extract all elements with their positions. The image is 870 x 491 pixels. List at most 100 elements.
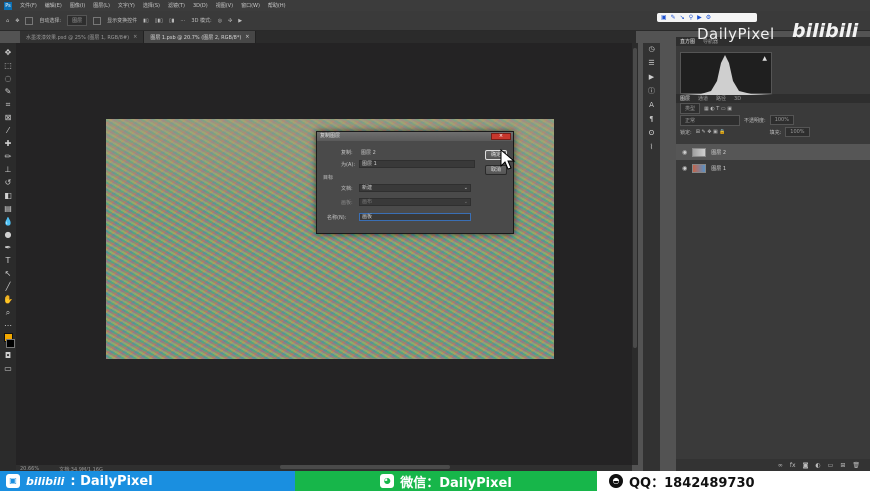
- menu-edit[interactable]: 编辑(E): [45, 2, 62, 9]
- pin-icon[interactable]: ⚲: [689, 14, 693, 21]
- adjustment-icon[interactable]: ◐: [815, 462, 820, 469]
- hand-tool-icon[interactable]: ✋: [3, 294, 14, 305]
- close-icon[interactable]: ×: [491, 133, 511, 140]
- tab-layers[interactable]: 图层: [680, 95, 690, 102]
- align-center-icon[interactable]: ▯▮▯: [155, 18, 163, 24]
- menu-window[interactable]: 窗口(W): [241, 2, 260, 9]
- eraser-tool-icon[interactable]: ◧: [3, 190, 14, 201]
- zoom-tool-icon[interactable]: ⌕: [3, 307, 14, 318]
- line-icon[interactable]: ↘: [680, 14, 685, 21]
- healing-tool-icon[interactable]: ✚: [3, 138, 14, 149]
- layer-kind-dropdown[interactable]: 类型: [680, 103, 701, 114]
- tab-document-1[interactable]: 水墨泼漆效果.psd @ 25% (图层 1, RGB/8#) ×: [20, 31, 145, 43]
- as-label: 为(A):: [341, 162, 356, 168]
- home-icon[interactable]: ⌂: [6, 18, 9, 24]
- settings-icon[interactable]: ⚙: [706, 14, 711, 21]
- path-select-tool-icon[interactable]: ↖: [3, 268, 14, 279]
- info-panel-icon[interactable]: ⓘ: [647, 87, 656, 96]
- as-name-input[interactable]: 图层 1: [359, 160, 475, 168]
- menu-file[interactable]: 文件(F): [20, 2, 37, 9]
- type-tool-icon[interactable]: T: [3, 255, 14, 266]
- tab-3d[interactable]: 3D: [734, 96, 741, 102]
- opacity-input[interactable]: 100%: [769, 115, 794, 125]
- filter-icons[interactable]: ▦ ◐ T ▭ ▣: [704, 106, 732, 112]
- history-panel-icon[interactable]: ◷: [647, 45, 656, 54]
- character-panel-icon[interactable]: A: [647, 101, 656, 110]
- paragraph-panel-icon[interactable]: ¶: [647, 115, 656, 124]
- align-left-icon[interactable]: ▮▯: [143, 18, 149, 24]
- pen-tool-icon[interactable]: ✒: [3, 242, 14, 253]
- history-brush-icon[interactable]: ↺: [3, 177, 14, 188]
- brush-tool-icon[interactable]: ✏: [3, 151, 14, 162]
- tab-paths[interactable]: 路径: [716, 95, 726, 102]
- line-tool-icon[interactable]: ╱: [3, 281, 14, 292]
- recording-icon[interactable]: ▣: [661, 14, 667, 21]
- trash-icon[interactable]: 🗑: [852, 462, 860, 469]
- artboard-dropdown[interactable]: 画布 ⌄: [359, 198, 471, 206]
- menu-layer[interactable]: 图层(L): [93, 2, 110, 9]
- lock-icons[interactable]: ⊞ ✎ ✥ ▣ 🔒: [696, 129, 726, 135]
- tab-histogram[interactable]: 直方图: [680, 38, 695, 45]
- menu-view[interactable]: 视图(V): [216, 2, 233, 9]
- stamp-tool-icon[interactable]: ⊥: [3, 164, 14, 175]
- document-name-input[interactable]: 画板: [359, 213, 471, 221]
- document-dropdown[interactable]: 新建 ⌄: [359, 184, 471, 192]
- pen-icon[interactable]: ✎: [671, 14, 676, 21]
- menu-filter[interactable]: 滤镜(T): [168, 2, 185, 9]
- align-right-icon[interactable]: ▯▮: [169, 18, 175, 24]
- video-3d-icon[interactable]: ▶: [238, 18, 242, 24]
- actions-panel-icon[interactable]: ▶: [647, 73, 656, 82]
- video-icon[interactable]: ▶: [697, 14, 702, 21]
- pan-3d-icon[interactable]: ✣: [228, 18, 232, 24]
- layer-row[interactable]: ◉ 图层 2: [676, 144, 870, 160]
- menu-image[interactable]: 图像(I): [70, 2, 85, 9]
- blend-mode-dropdown[interactable]: 正常: [680, 114, 740, 126]
- vertical-scrollbar-thumb[interactable]: [633, 48, 637, 348]
- menu-type[interactable]: 文字(Y): [118, 2, 135, 9]
- background-color-swatch[interactable]: [6, 339, 15, 348]
- dodge-tool-icon[interactable]: ●: [3, 229, 14, 240]
- show-transform-checkbox[interactable]: [93, 16, 102, 25]
- copy-value: 图层 2: [361, 150, 376, 156]
- group-icon[interactable]: ▭: [828, 462, 834, 469]
- tab-channels[interactable]: 通道: [698, 95, 708, 102]
- properties-panel-icon[interactable]: ☰: [647, 59, 656, 68]
- layer-name[interactable]: 图层 1: [711, 165, 726, 172]
- move-tool-icon[interactable]: ✥: [3, 47, 14, 58]
- horizontal-scrollbar-thumb[interactable]: [280, 465, 450, 469]
- warning-icon[interactable]: ▲: [762, 55, 767, 62]
- auto-select-dropdown[interactable]: 图层: [67, 15, 88, 26]
- tab-document-2[interactable]: 图层 1.psb @ 20.7% (图层 2, RGB/8*) ×: [144, 31, 257, 43]
- layer-name[interactable]: 图层 2: [711, 149, 726, 156]
- auto-select-checkbox[interactable]: [25, 16, 34, 25]
- quick-mask-icon[interactable]: ◘: [3, 350, 14, 361]
- layer-row[interactable]: ◉ 图层 1: [676, 160, 870, 176]
- glyphs-panel-icon[interactable]: ʘ: [647, 129, 656, 138]
- mask-icon[interactable]: ◙: [803, 462, 809, 469]
- link-icon[interactable]: ∞: [778, 462, 783, 469]
- close-icon[interactable]: ×: [133, 34, 137, 40]
- more-tools-icon[interactable]: ⋯: [3, 320, 14, 331]
- screen-mode-icon[interactable]: ▭: [3, 363, 14, 374]
- menu-select[interactable]: 选择(S): [143, 2, 160, 9]
- marquee-tool-icon[interactable]: ⬚: [3, 60, 14, 71]
- fill-input[interactable]: 100%: [785, 127, 810, 137]
- move-tool-icon[interactable]: ✥: [15, 18, 19, 24]
- orbit-3d-icon[interactable]: ◎: [218, 18, 222, 24]
- lasso-tool-icon[interactable]: ◌: [3, 73, 14, 84]
- frame-tool-icon[interactable]: ⊠: [3, 112, 14, 123]
- brush-settings-panel-icon[interactable]: ⌇: [647, 143, 656, 152]
- eye-icon[interactable]: ◉: [682, 165, 687, 172]
- menu-3d[interactable]: 3D(D): [193, 3, 208, 9]
- distribute-icon[interactable]: ⋯: [180, 18, 185, 24]
- crop-tool-icon[interactable]: ⌗: [3, 99, 14, 110]
- eyedropper-tool-icon[interactable]: ⁄: [3, 125, 14, 136]
- quick-select-tool-icon[interactable]: ✎: [3, 86, 14, 97]
- blur-tool-icon[interactable]: 💧: [3, 216, 14, 227]
- menu-help[interactable]: 帮助(H): [268, 2, 286, 9]
- eye-icon[interactable]: ◉: [682, 149, 687, 156]
- close-icon[interactable]: ×: [245, 34, 249, 40]
- new-layer-icon[interactable]: ⊞: [840, 462, 845, 469]
- gradient-tool-icon[interactable]: ▤: [3, 203, 14, 214]
- fx-icon[interactable]: fx: [790, 462, 796, 469]
